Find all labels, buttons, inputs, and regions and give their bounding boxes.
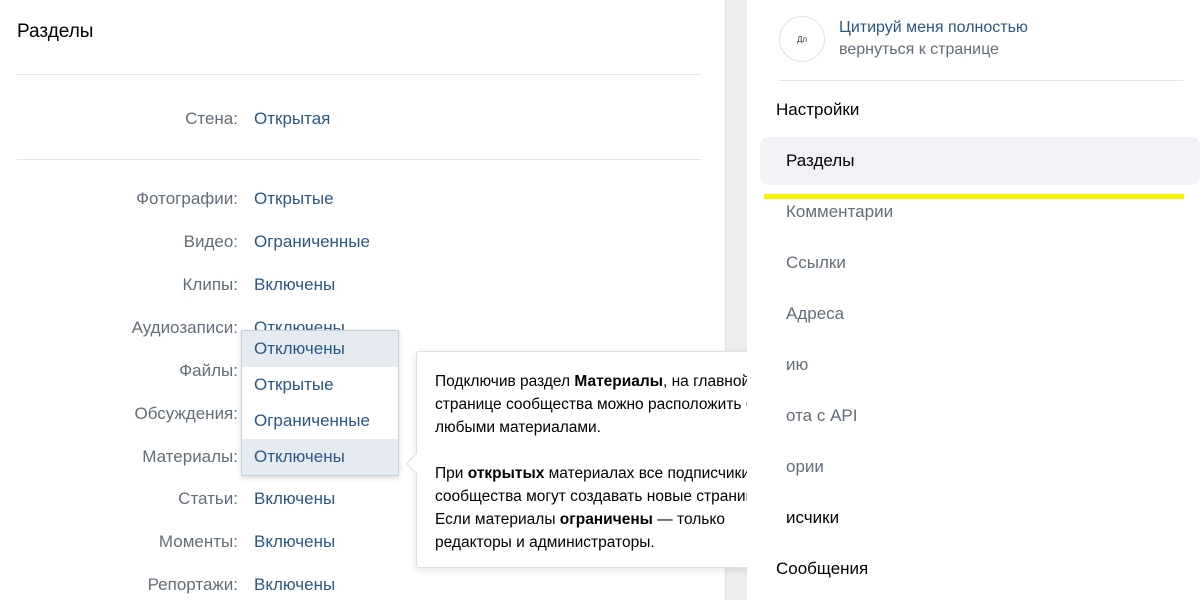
sidebar-item-messages[interactable]: Сообщения (750, 545, 1190, 593)
dropdown-option-disabled-hovered[interactable]: Отключены (242, 439, 398, 475)
tooltip-paragraph: При открытых материалах все подписчики с… (435, 462, 800, 554)
setting-label: Моменты: (158, 532, 238, 551)
avatar[interactable]: Дл (779, 16, 825, 62)
back-to-page-link[interactable]: вернуться к странице (839, 41, 999, 59)
sidebar-item-menu[interactable]: ию (760, 341, 1200, 389)
sidebar-item-sections[interactable]: Разделы (760, 137, 1200, 185)
setting-label: Файлы: (179, 361, 238, 380)
setting-label: Материалы: (142, 447, 238, 466)
sidebar-heading-settings[interactable]: Настройки (776, 100, 859, 120)
sidebar-item-addresses[interactable]: Адреса (760, 290, 1200, 338)
setting-value-link[interactable]: Включены (254, 575, 335, 595)
setting-label: Аудиозаписи: (131, 318, 238, 337)
setting-label: Стена: (185, 109, 238, 128)
setting-row-photos: Фотографии: Открытые (0, 189, 700, 213)
setting-label: Клипы: (182, 275, 238, 294)
setting-row-reports: Репортажи: Включены (0, 575, 700, 599)
sidebar-item-subscribers[interactable]: исчики (760, 494, 1200, 542)
setting-value-link[interactable]: Открытые (254, 189, 334, 209)
setting-row-clips: Клипы: Включены (0, 275, 700, 299)
settings-sidebar: Дл Цитируй меня полностью вернуться к ст… (747, 0, 1200, 600)
setting-row-video: Видео: Ограниченные (0, 232, 700, 256)
group-header: Дл Цитируй меня полностью вернуться к ст… (779, 16, 1179, 64)
tooltip-text: При (435, 465, 468, 482)
setting-label: Видео: (183, 232, 238, 251)
divider (779, 80, 1183, 81)
setting-label: Обсуждения: (134, 404, 238, 423)
highlight-underline (764, 194, 1184, 199)
tooltip-bold: Материалы (574, 373, 663, 390)
page-title: Разделы (17, 21, 94, 42)
dropdown-option-open[interactable]: Открытые (242, 367, 398, 403)
setting-value-link[interactable]: Включены (254, 275, 335, 295)
divider (17, 159, 701, 160)
setting-label: Репортажи: (147, 575, 238, 594)
tooltip-paragraph: Подключив раздел Материалы, на главной с… (435, 370, 800, 439)
setting-value-link[interactable]: Открытая (254, 109, 330, 129)
sidebar-item-links[interactable]: Ссылки (760, 239, 1200, 287)
materials-dropdown-menu: Отключены Открытые Ограниченные Отключен… (241, 330, 399, 476)
group-name-link[interactable]: Цитируй меня полностью (839, 19, 1028, 37)
tooltip-text: Подключив раздел (435, 373, 575, 390)
setting-label: Фотографии: (136, 189, 238, 208)
setting-value-link[interactable]: Включены (254, 532, 335, 552)
divider (17, 74, 701, 75)
setting-value-link[interactable]: Включены (254, 489, 335, 509)
tooltip-bold: открытых (467, 465, 545, 482)
sidebar-item-api[interactable]: ота с API (760, 392, 1200, 440)
setting-label: Статьи: (178, 489, 238, 508)
setting-row-wall: Стена: Открытая (0, 109, 700, 133)
avatar-text: Дл (796, 34, 808, 44)
dropdown-option-limited[interactable]: Ограниченные (242, 403, 398, 439)
setting-value-link[interactable]: Ограниченные (254, 232, 370, 252)
tooltip-bold: ограничены (559, 511, 653, 528)
dropdown-option-disabled[interactable]: Отключены (242, 331, 398, 367)
sidebar-item-categories[interactable]: ории (760, 443, 1200, 491)
